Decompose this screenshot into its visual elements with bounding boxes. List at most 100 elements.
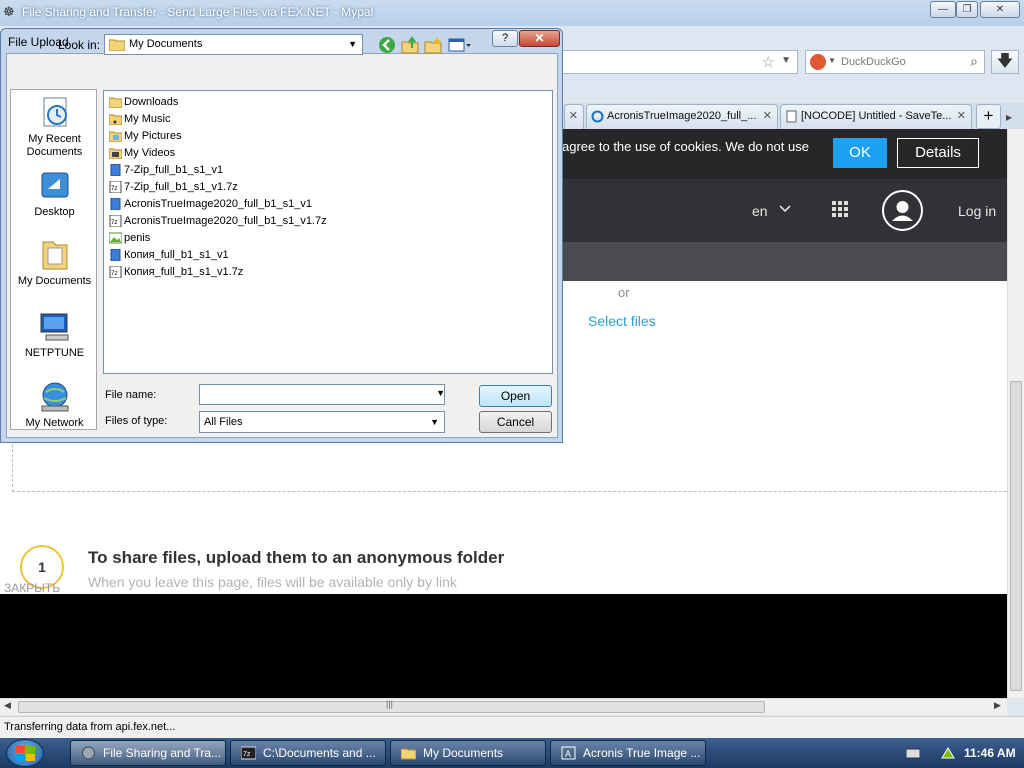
place-network[interactable]: My Network <box>11 380 98 430</box>
place-label: Desktop <box>34 206 75 218</box>
search-icon[interactable]: ⌕ <box>970 53 978 70</box>
file-item-downloads[interactable]: Downloads <box>107 94 178 110</box>
taskbar: File Sharing and Tra... 7z C:\Documents … <box>0 738 1024 768</box>
taskbar-item-my-documents[interactable]: My Documents <box>390 740 546 766</box>
new-folder-icon[interactable] <box>424 36 442 54</box>
dialog-help-button[interactable]: ? <box>492 30 518 47</box>
file-item-7zip-archive[interactable]: 7z 7-Zip_full_b1_s1_v1.7z <box>107 179 238 195</box>
place-recent-documents[interactable]: My Recent Documents <box>11 96 98 159</box>
chevron-down-icon[interactable]: ▼ <box>430 417 439 427</box>
cancel-button[interactable]: Cancel <box>479 411 552 433</box>
taskbar-item-7zip[interactable]: 7z C:\Documents and ... <box>230 740 386 766</box>
computer-icon <box>40 313 68 341</box>
tab-fex-active[interactable]: ✕ <box>564 104 584 129</box>
svg-text:7z: 7z <box>243 751 251 758</box>
svg-text:7z: 7z <box>111 220 117 226</box>
scroll-left-icon[interactable]: ◀ <box>4 700 11 711</box>
look-in-dropdown[interactable]: My Documents ▼ <box>104 34 363 55</box>
vertical-scrollbar[interactable] <box>1007 129 1024 698</box>
tab-acronis[interactable]: AcronisTrueImage2020_full_... ✕ <box>586 104 778 129</box>
place-label: NETPTUNE <box>24 347 85 359</box>
select-files-link[interactable]: Select files <box>588 313 656 329</box>
up-folder-icon[interactable] <box>401 36 419 54</box>
place-label: My Recent Documents <box>26 133 83 158</box>
windows-logo-icon <box>16 746 35 761</box>
minimize-button[interactable]: — <box>930 1 956 18</box>
acronis-icon: A <box>561 746 576 760</box>
window-close-button[interactable]: ✕ <box>980 1 1020 18</box>
maximize-button[interactable]: ❐ <box>956 1 978 18</box>
file-item-7zip-exe[interactable]: 7-Zip_full_b1_s1_v1 <box>107 162 223 178</box>
clock[interactable]: 11:46 AM <box>964 746 1016 760</box>
start-button[interactable] <box>6 739 44 767</box>
back-icon[interactable] <box>378 36 396 54</box>
archive-file-icon: 7z <box>109 181 122 193</box>
bookmark-star-icon[interactable]: ☆ <box>762 53 775 71</box>
tab-close-icon[interactable]: ✕ <box>957 105 966 128</box>
file-name: Downloads <box>124 96 179 108</box>
my-documents-folder-icon <box>109 39 125 51</box>
apps-grid-icon[interactable] <box>832 201 848 217</box>
file-item-acronis-exe[interactable]: AcronisTrueImage2020_full_b1_s1_v1 <box>107 196 312 212</box>
taskbar-item-browser[interactable]: File Sharing and Tra... <box>70 740 226 766</box>
address-dropdown-icon[interactable]: ▼ <box>781 55 791 66</box>
file-item-my-videos[interactable]: My Videos <box>107 145 175 161</box>
browser-app-icon: ☸ <box>3 4 15 19</box>
new-tab-button[interactable]: + <box>976 104 1001 129</box>
scroll-right-icon[interactable]: ▶ <box>994 700 1001 711</box>
search-engine-dropdown-icon[interactable]: ▼ <box>828 56 836 65</box>
network-tray-icon[interactable] <box>940 744 956 760</box>
archive-file-icon: 7z <box>109 266 122 278</box>
file-name: AcronisTrueImage2020_full_b1_s1_v1 <box>124 198 312 210</box>
search-bar[interactable]: ▼ DuckDuckGo ⌕ <box>805 50 985 74</box>
files-of-type-value: All Files <box>204 416 243 428</box>
file-item-my-pictures[interactable]: My Pictures <box>107 128 181 144</box>
files-of-type-select[interactable]: All Files ▼ <box>199 411 445 433</box>
dialog-close-button[interactable]: ✕ <box>519 30 560 47</box>
tab-close-icon[interactable]: ✕ <box>763 105 772 128</box>
cookie-text: agree to the use of cookies. We do not u… <box>562 139 809 154</box>
tab-scroll-icon[interactable]: ▸ <box>1006 110 1012 124</box>
status-text: Transferring data from api.fex.net... <box>4 721 176 733</box>
file-item-kopiya-exe[interactable]: Копия_full_b1_s1_v1 <box>107 247 229 263</box>
login-link[interactable]: Log in <box>958 203 996 219</box>
user-avatar-icon[interactable] <box>882 190 923 231</box>
network-icon <box>41 382 68 412</box>
file-name: 7-Zip_full_b1_s1_v1.7z <box>124 181 238 193</box>
step-title: To share files, upload them to an anonym… <box>88 548 505 567</box>
language-selector[interactable]: en <box>752 203 768 219</box>
view-menu-icon[interactable] <box>448 36 472 54</box>
duckduckgo-icon[interactable] <box>810 54 826 70</box>
recent-documents-icon <box>43 97 67 127</box>
open-button[interactable]: Open <box>479 385 552 407</box>
close-label[interactable]: ЗАКРЫТЬ <box>4 581 60 595</box>
svg-text:7z: 7z <box>111 271 117 277</box>
address-bar[interactable]: ☆ ▼ <box>560 50 798 74</box>
horizontal-scrollbar[interactable]: ◀ ||| ▶ <box>0 698 1007 715</box>
chevron-down-icon[interactable]: ▼ <box>348 39 357 49</box>
cookie-details-button[interactable]: Details <box>897 138 979 168</box>
my-documents-icon <box>42 241 67 270</box>
file-item-my-music[interactable]: My Music <box>107 111 170 127</box>
tab-nocode[interactable]: [NOCODE] Untitled - SaveTe... ✕ <box>780 104 972 129</box>
7zip-icon: 7z <box>241 746 256 760</box>
place-my-documents[interactable]: My Documents <box>11 238 98 288</box>
file-item-acronis-archive[interactable]: 7z AcronisTrueImage2020_full_b1_s1_v1.7z <box>107 213 327 229</box>
keyboard-icon[interactable] <box>906 747 920 759</box>
videos-folder-icon <box>109 148 122 159</box>
downloads-button[interactable]: 🡇 <box>991 50 1019 74</box>
vertical-scroll-thumb[interactable] <box>1010 381 1022 691</box>
taskbar-item-acronis[interactable]: A Acronis True Image ... <box>550 740 706 766</box>
application-file-icon <box>110 198 121 210</box>
file-list[interactable]: Downloads My Music My Pictures My Videos… <box>103 90 553 374</box>
tab-label: AcronisTrueImage2020_full_... <box>607 110 757 122</box>
place-desktop[interactable]: Desktop <box>11 169 98 219</box>
chevron-down-icon[interactable] <box>778 201 792 215</box>
file-item-image[interactable]: penis <box>107 230 150 246</box>
file-name-input[interactable] <box>199 384 445 405</box>
file-item-kopiya-archive[interactable]: 7z Копия_full_b1_s1_v1.7z <box>107 264 243 280</box>
cookie-ok-button[interactable]: OK <box>833 138 887 168</box>
place-computer[interactable]: NETPTUNE <box>11 310 98 360</box>
tab-close-icon[interactable]: ✕ <box>569 105 578 128</box>
browser-titlebar: ☸ File Sharing and Transfer - Send Large… <box>0 0 1024 26</box>
